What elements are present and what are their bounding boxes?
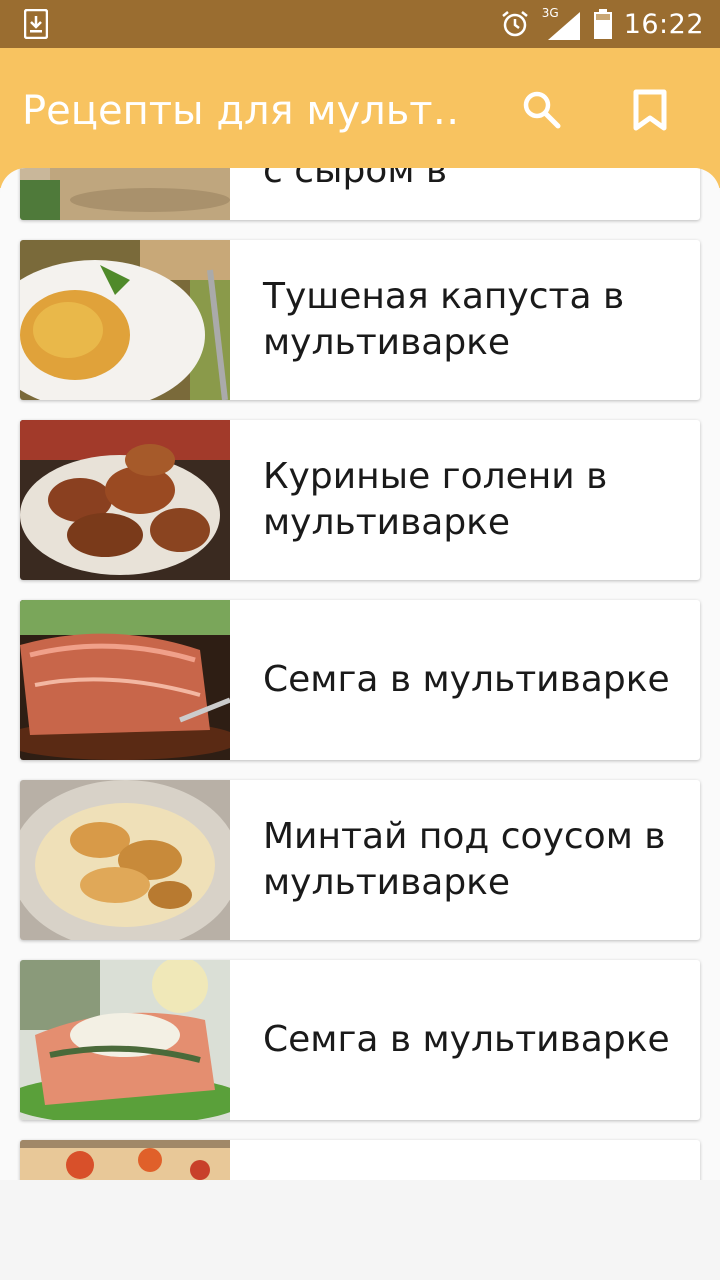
recipe-card[interactable]: Минтай под соусом в мультиварке [20, 780, 700, 940]
status-bar: 3G 16:22 [0, 0, 720, 48]
recipe-thumbnail [20, 960, 230, 1120]
recipe-thumbnail [20, 420, 230, 580]
recipe-title: Тушеная капуста в мультиварке [263, 276, 625, 363]
recipe-card[interactable]: с сыром в [20, 168, 700, 220]
recipe-card[interactable]: Семга в мультиварке [20, 960, 700, 1120]
app-title: Рецепты для мульт… [22, 88, 462, 134]
recipe-card[interactable]: Тушеная капуста в мультиварке [20, 240, 700, 400]
recipe-thumbnail [20, 1140, 230, 1180]
recipe-thumbnail [20, 240, 230, 400]
recipe-title: Семга в мультиварке [263, 1019, 670, 1060]
recipe-title: Куриные голени в мультиварке [263, 456, 608, 543]
bookmark-icon[interactable] [628, 88, 672, 132]
recipe-title: с сыром в [263, 168, 448, 191]
recipe-list[interactable]: с сыром в Тушеная капуста в мультиварке [0, 168, 720, 1180]
recipe-card[interactable]: Семга в мультиварке [20, 600, 700, 760]
bottom-area [0, 1180, 720, 1280]
alarm-icon [501, 11, 528, 37]
recipe-thumbnail [20, 600, 230, 760]
recipe-thumbnail [20, 168, 230, 220]
recipe-title: Минтай под соусом в мультиварке [263, 816, 666, 903]
recipe-thumbnail [20, 780, 230, 940]
search-icon[interactable] [520, 88, 564, 132]
clock: 16:22 [623, 8, 704, 40]
recipe-card[interactable] [20, 1140, 700, 1180]
signal-icon: 3G [542, 6, 582, 42]
recipe-title: Семга в мультиварке [263, 659, 670, 700]
download-icon [24, 9, 48, 39]
recipe-title [263, 1140, 683, 1180]
recipe-card[interactable]: Куриные голени в мультиварке [20, 420, 700, 580]
battery-icon [593, 9, 612, 39]
